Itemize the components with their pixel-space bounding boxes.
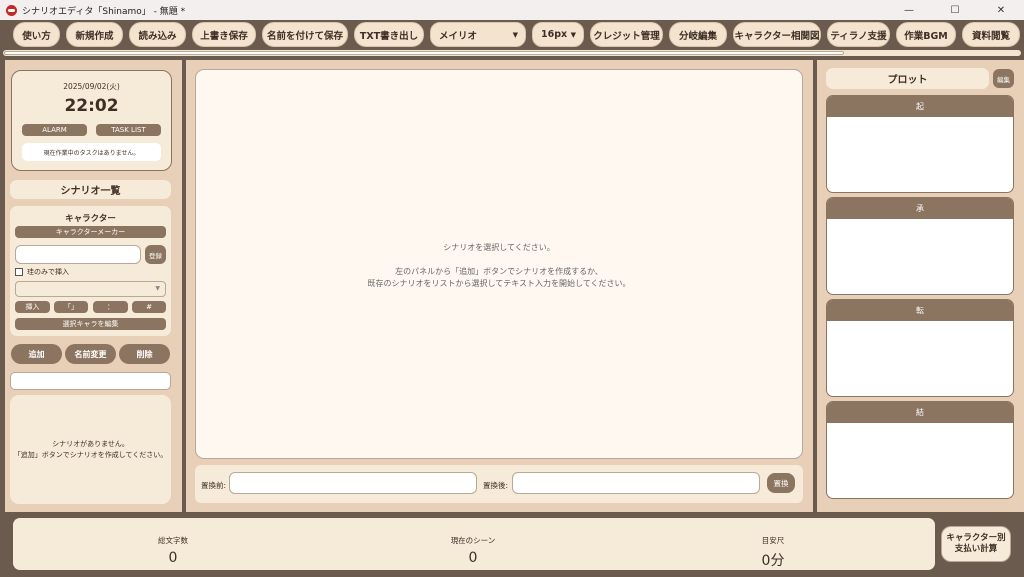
scenario-search-input[interactable] (10, 372, 171, 390)
clock-card: 2025/09/02(火) 22:02 ALARM TASK LIST 現在作業… (11, 70, 172, 171)
plot-section-title: 結 (827, 402, 1013, 423)
font-select[interactable]: メイリオ ▼ (430, 22, 526, 47)
scenario-list-header: シナリオ一覧 (10, 180, 171, 199)
replace-button[interactable]: 置換 (767, 473, 795, 493)
editor-prompt: シナリオを選択してください。 (443, 243, 555, 252)
plot-section-title: 転 (827, 300, 1013, 321)
window-title: シナリオエディタ「Shinamo」 - 無題 * (22, 6, 186, 17)
estimate-label: 目安尺 (761, 536, 785, 545)
character-panel: キャラクター キャラクターメーカー 登録 珪のみで挿入 ▼ 挿入 「」 ： # … (10, 206, 171, 336)
load-button[interactable]: 読み込み (129, 22, 186, 47)
txt-export-button[interactable]: TXT書き出し (354, 22, 424, 47)
clock-time: 22:02 (64, 96, 119, 116)
lines-only-checkbox[interactable] (15, 268, 23, 276)
replace-bar: 置換前: 置換後: 置換 (195, 465, 803, 503)
task-status: 現在作業中のタスクはありません。 (22, 143, 161, 161)
total-chars-label: 総文字数 (158, 536, 188, 545)
plot-header: プロット (826, 68, 989, 89)
save-as-button[interactable]: 名前を付けて保存 (262, 22, 348, 47)
replace-after-input[interactable] (512, 472, 760, 494)
plot-section-ki[interactable]: 起 (826, 95, 1014, 193)
toolbar: 使い方 新規作成 読み込み 上書き保存 名前を付けて保存 TXT書き出し メイリ… (0, 20, 1024, 58)
replace-after-label: 置換後: (483, 481, 509, 490)
replace-before-label: 置換前: (201, 481, 227, 490)
estimate-value: 0分 (761, 553, 785, 569)
character-relations-button[interactable]: キャラクター相関図 (733, 22, 821, 47)
font-size-select-value: 16px (541, 29, 568, 40)
usage-button[interactable]: 使い方 (13, 22, 60, 47)
status-area: 総文字数 0 現在のシーン 0 目安尺 0分 キャラクター別 支払い計算 (0, 512, 1024, 577)
replace-before-input[interactable] (229, 472, 477, 494)
chevron-down-icon: ▼ (512, 31, 518, 39)
empty-hint: 「追加」ボタンでシナリオを作成してください。 (13, 450, 168, 459)
new-button[interactable]: 新規作成 (66, 22, 123, 47)
plot-section-ketsu[interactable]: 結 (826, 401, 1014, 499)
lines-only-option[interactable]: 珪のみで挿入 (15, 267, 69, 277)
plot-section-title: 起 (827, 96, 1013, 117)
editor-hint-2: 既存のシナリオをリストから選択してテキスト入力を開始してください。 (367, 279, 631, 288)
register-button[interactable]: 登録 (145, 245, 166, 264)
window-controls: — ☐ ✕ (886, 0, 1024, 20)
bracket-button[interactable]: 「」 (54, 301, 88, 313)
tirano-support-button[interactable]: ティラノ支援 (827, 22, 890, 47)
chevron-down-icon: ▼ (155, 285, 160, 292)
alarm-button[interactable]: ALARM (22, 124, 87, 136)
maximize-button[interactable]: ☐ (932, 0, 978, 20)
main-area: 2025/09/02(火) 22:02 ALARM TASK LIST 現在作業… (0, 58, 1024, 512)
total-chars-value: 0 (168, 550, 178, 566)
character-title: キャラクター (65, 214, 116, 224)
task-list-button[interactable]: TASK LIST (96, 124, 161, 136)
text-editor[interactable]: シナリオを選択してください。 左のパネルから「追加」ボタンでシナリオを作成するか… (195, 69, 803, 459)
editor-hint-1: 左のパネルから「追加」ボタンでシナリオを作成するか、 (395, 267, 603, 276)
insert-button[interactable]: 挿入 (15, 301, 50, 313)
current-scene-label: 現在のシーン (450, 536, 496, 545)
work-bgm-button[interactable]: 作業BGM (896, 22, 956, 47)
right-panel: プロット 編集 起 承 転 結 (817, 60, 1024, 512)
empty-message: シナリオがありません。 (52, 439, 129, 448)
font-size-select[interactable]: 16px ▼ (532, 22, 584, 47)
colon-button[interactable]: ： (93, 301, 128, 313)
chevron-down-icon: ▼ (570, 31, 576, 39)
materials-button[interactable]: 資料閲覧 (962, 22, 1020, 47)
character-name-input[interactable] (15, 245, 141, 264)
hash-button[interactable]: # (132, 301, 166, 313)
scrollbar-thumb[interactable] (4, 51, 844, 55)
stats-panel: 総文字数 0 現在のシーン 0 目安尺 0分 (13, 518, 935, 570)
plot-section-sho[interactable]: 承 (826, 197, 1014, 295)
clock-date: 2025/09/02(火) (63, 82, 120, 91)
credits-button[interactable]: クレジット管理 (590, 22, 663, 47)
delete-scenario-button[interactable]: 削除 (119, 344, 170, 364)
close-button[interactable]: ✕ (978, 0, 1024, 20)
center-panel: シナリオを選択してください。 左のパネルから「追加」ボタンでシナリオを作成するか… (186, 60, 813, 512)
window-titlebar: シナリオエディタ「Shinamo」 - 無題 * — ☐ ✕ (0, 0, 1024, 20)
current-scene-value: 0 (468, 550, 478, 566)
edit-selected-character-button[interactable]: 選択キャラを編集 (15, 318, 166, 330)
lines-only-label: 珪のみで挿入 (27, 268, 69, 276)
branch-edit-button[interactable]: 分岐編集 (669, 22, 727, 47)
plot-section-title: 承 (827, 198, 1013, 219)
character-select[interactable]: ▼ (15, 281, 166, 297)
rename-scenario-button[interactable]: 名前変更 (65, 344, 116, 364)
add-scenario-button[interactable]: 追加 (11, 344, 62, 364)
left-panel: 2025/09/02(火) 22:02 ALARM TASK LIST 現在作業… (5, 60, 182, 512)
payment-calc-button[interactable]: キャラクター別 支払い計算 (941, 526, 1011, 562)
plot-edit-button[interactable]: 編集 (993, 69, 1014, 88)
character-maker-button[interactable]: キャラクターメーカー (15, 226, 166, 238)
payment-calc-line1: キャラクター別 (946, 533, 1006, 543)
plot-section-ten[interactable]: 転 (826, 299, 1014, 397)
minimize-button[interactable]: — (886, 0, 932, 20)
overwrite-save-button[interactable]: 上書き保存 (192, 22, 256, 47)
font-select-value: メイリオ (439, 30, 478, 42)
scenario-list[interactable]: シナリオがありません。 「追加」ボタンでシナリオを作成してください。 (10, 395, 171, 504)
toolbar-scrollbar[interactable] (3, 50, 1021, 56)
app-logo-icon (6, 4, 17, 16)
payment-calc-line2: 支払い計算 (954, 544, 998, 554)
